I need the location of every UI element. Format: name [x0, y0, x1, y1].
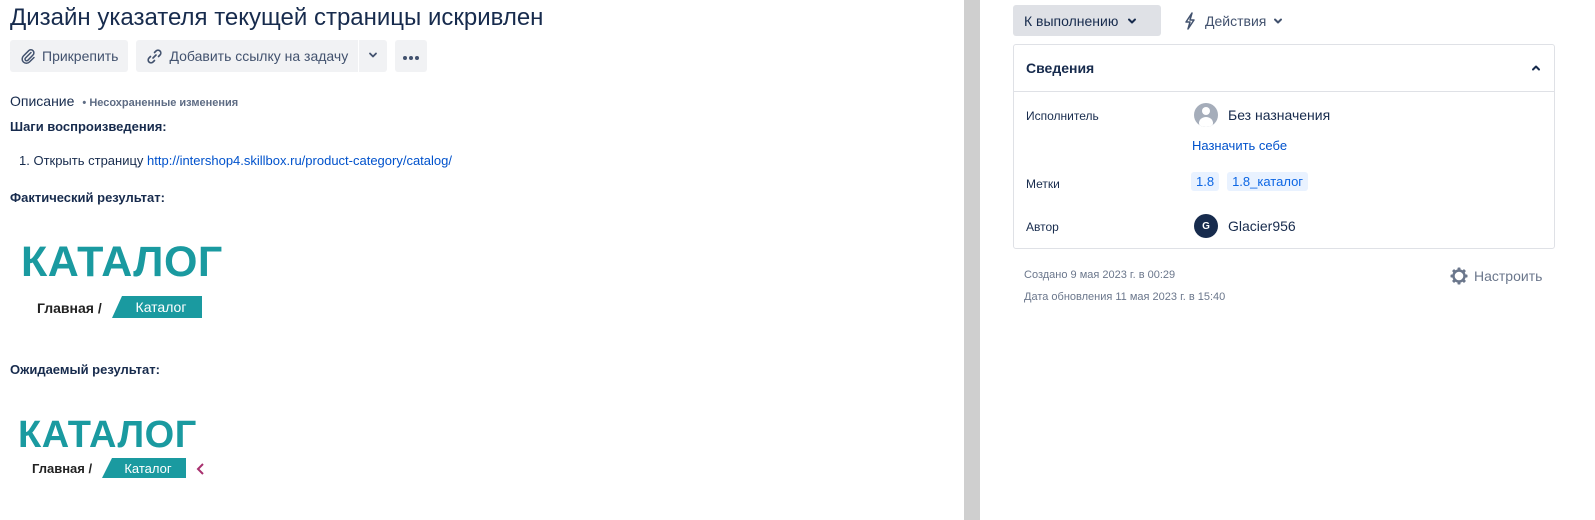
issue-title[interactable]: Дизайн указателя текущей страницы искрив…: [10, 4, 543, 32]
expected-breadcrumb-home: Главная /: [32, 461, 93, 476]
reporter-label: Автор: [1026, 220, 1059, 234]
gear-icon: [1450, 267, 1468, 285]
configure-label: Настроить: [1474, 268, 1543, 284]
step-url-link[interactable]: http://intershop4.skillbox.ru/product-ca…: [147, 153, 452, 168]
created-date: Создано 9 мая 2023 г. в 00:29: [1024, 269, 1176, 281]
pane-divider[interactable]: [964, 0, 980, 520]
configure-button[interactable]: Настроить: [1450, 267, 1542, 285]
user-icon: [1194, 103, 1218, 127]
actual-result-heading: Фактический результат:: [10, 190, 165, 205]
step-prefix: 1. Открыть страницу: [19, 153, 148, 168]
add-link-label: Добавить ссылку на задачу: [169, 48, 349, 64]
details-heading: Сведения: [1026, 60, 1095, 76]
lightning-icon: [1183, 11, 1197, 30]
link-dropdown-button[interactable]: [359, 40, 388, 72]
label-tag[interactable]: 1.8_каталог: [1227, 172, 1309, 191]
description-header: Описание • Несохраненные изменения: [10, 93, 238, 109]
actual-result-image[interactable]: КАТАЛОГ Главная / Каталог: [16, 228, 226, 324]
assign-to-me-link[interactable]: Назначить себе: [1192, 138, 1287, 153]
assignee-name: Без назначения: [1228, 107, 1331, 123]
updated-date: Дата обновления 11 мая 2023 г. в 15:40: [1024, 291, 1226, 303]
actual-catalog-title: КАТАЛОГ: [21, 238, 223, 286]
link-icon: [146, 48, 163, 65]
link-button-group: Добавить ссылку на задачу: [136, 40, 388, 72]
actions-button[interactable]: Действия: [1183, 5, 1284, 36]
assignee-value[interactable]: Без назначения: [1194, 103, 1330, 127]
more-icon: [402, 48, 420, 64]
issue-main-pane: Дизайн указателя текущей страницы искрив…: [0, 0, 964, 520]
chevron-down-icon: [367, 48, 379, 64]
status-label: К выполнению: [1024, 12, 1119, 29]
expected-result-heading: Ожидаемый результат:: [10, 362, 160, 377]
details-panel: Сведения Исполнитель Без назначения Назн…: [1013, 44, 1555, 249]
issue-toolbar: Прикрепить Добавить ссылку на задачу: [10, 40, 428, 72]
expected-result-image[interactable]: КАТАЛОГ Главная / Каталог: [14, 410, 214, 486]
avatar: G: [1194, 214, 1218, 238]
expected-catalog-title: КАТАЛОГ: [18, 414, 197, 456]
chevron-up-icon[interactable]: [1530, 62, 1542, 74]
chevron-down-icon: [1126, 15, 1138, 27]
labels-label: Метки: [1026, 177, 1060, 191]
expected-breadcrumb-current: Каталог: [102, 458, 186, 478]
reporter-name: Glacier956: [1228, 218, 1296, 234]
step-item: 1. Открыть страницу http://intershop4.sk…: [19, 153, 452, 168]
details-header[interactable]: Сведения: [1014, 45, 1554, 92]
actual-breadcrumb-home: Главная /: [37, 300, 102, 316]
cursor-caret-icon: [195, 462, 205, 481]
steps-heading: Шаги воспроизведения:: [10, 119, 167, 134]
labels-list: 1.8 1.8_каталог: [1191, 172, 1316, 191]
actual-breadcrumb-current: Каталог: [112, 296, 202, 318]
issue-sidebar: К выполнению Действия Сведения Исполните…: [980, 0, 1595, 520]
paperclip-icon: [20, 48, 36, 64]
chevron-down-icon: [1272, 15, 1284, 27]
reporter-value[interactable]: G Glacier956: [1194, 214, 1296, 238]
status-button[interactable]: К выполнению: [1013, 5, 1161, 36]
attach-label: Прикрепить: [42, 48, 119, 64]
attach-button[interactable]: Прикрепить: [10, 40, 129, 72]
unsaved-changes-note: • Несохраненные изменения: [82, 97, 239, 109]
more-actions-button[interactable]: [395, 40, 428, 72]
actions-label: Действия: [1205, 12, 1267, 29]
assignee-label: Исполнитель: [1026, 109, 1099, 123]
label-tag[interactable]: 1.8: [1191, 172, 1220, 191]
add-link-button[interactable]: Добавить ссылку на задачу: [136, 40, 359, 72]
description-label: Описание: [10, 93, 75, 109]
